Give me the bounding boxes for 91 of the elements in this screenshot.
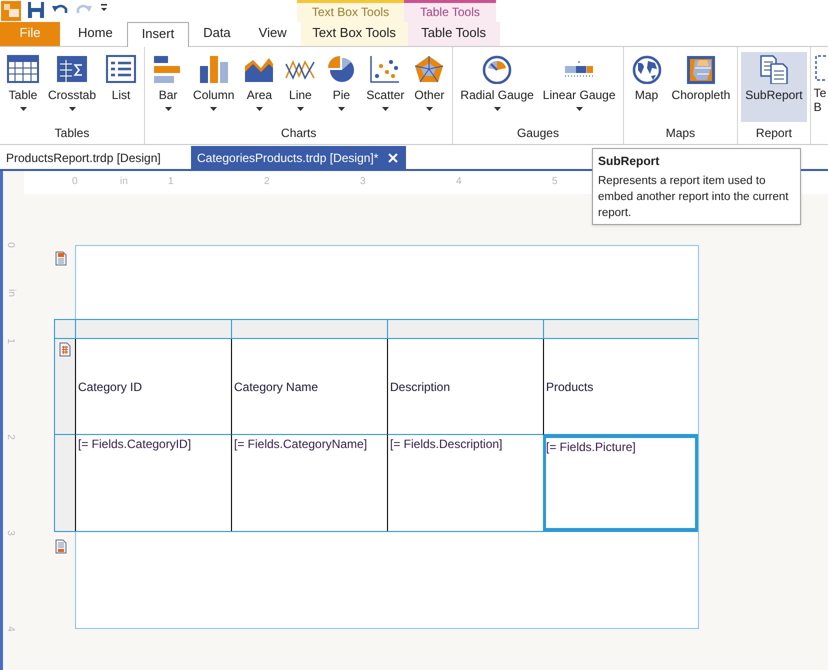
- ruler-label: 2: [4, 434, 16, 440]
- page-header-icon[interactable]: [55, 251, 67, 266]
- radar-chart-icon: [413, 54, 446, 84]
- button-label: B: [814, 100, 822, 114]
- ribbon-button[interactable]: Pie: [321, 52, 362, 122]
- button-label: Column: [193, 88, 234, 102]
- table-icon: [7, 54, 39, 84]
- ribbon-button[interactable]: Bar: [148, 52, 188, 122]
- button-label: Bar: [158, 88, 178, 102]
- document-tab[interactable]: CategoriesProducts.trdp [Design]*: [191, 146, 406, 169]
- ribbon-button[interactable]: Radial Gauge: [456, 52, 538, 122]
- ribbon-button[interactable]: SubReport: [741, 52, 807, 122]
- context-tab-header: Text Box Tools: [297, 0, 404, 22]
- button-label: Choropleth: [672, 88, 730, 102]
- group-label: Gauges: [516, 126, 560, 140]
- ruler-label: 3: [360, 176, 366, 188]
- ribbon-button[interactable]: Column: [189, 52, 238, 122]
- ribbon-button[interactable]: Linear Gauge: [538, 52, 620, 122]
- button-label: Other: [414, 88, 444, 102]
- table-corner-handle[interactable]: [55, 320, 75, 339]
- ruler-label: 1: [168, 176, 174, 188]
- ribbon-button[interactable]: Crosstab: [44, 52, 100, 122]
- radial-gauge-icon: [481, 54, 514, 84]
- context-tab-header: Table Tools: [404, 0, 496, 22]
- ruler-label: 4: [456, 176, 462, 188]
- crosstab-icon: [56, 54, 88, 84]
- button-label: Scatter: [366, 88, 404, 102]
- ruler-label: 3: [4, 530, 16, 536]
- ribbon-tab[interactable]: Table Tools: [408, 22, 500, 46]
- page-footer-icon[interactable]: [55, 539, 67, 554]
- group-label: Charts: [280, 126, 318, 140]
- header-cell[interactable]: Category Name: [231, 339, 387, 435]
- ruler-label: in: [4, 289, 17, 297]
- table-icon[interactable]: [59, 342, 71, 357]
- ribbon-button[interactable]: Map: [626, 52, 667, 122]
- ribbon-button[interactable]: Line: [280, 52, 320, 122]
- group-label: Tables: [54, 126, 90, 140]
- column-handle[interactable]: [387, 320, 543, 339]
- button-label: Area: [246, 88, 272, 102]
- ruler-label: 4: [4, 626, 16, 632]
- ribbon-button[interactable]: Choropleth: [668, 52, 734, 122]
- tooltip-text: Represents a report item used to embed another report into the current report.: [598, 174, 790, 221]
- ribbon-tab[interactable]: View: [244, 22, 301, 46]
- ribbon-button[interactable]: Te B: [810, 47, 826, 144]
- ribbon-tab[interactable]: Data: [189, 22, 245, 46]
- column-handle[interactable]: [75, 320, 231, 339]
- tooltip-title: SubReport: [598, 153, 660, 170]
- ruler-label: 1: [4, 338, 16, 344]
- button-label: List: [112, 88, 130, 102]
- ruler-label: 2: [264, 176, 270, 188]
- group-label: Report: [754, 126, 793, 140]
- ribbon-button[interactable]: Area: [239, 52, 280, 122]
- close-icon[interactable]: [388, 152, 398, 162]
- globe-icon: [630, 54, 663, 84]
- ribbon-button[interactable]: List: [101, 52, 142, 122]
- button-label: Line: [289, 88, 312, 102]
- ribbon-tab[interactable]: Insert: [126, 22, 190, 47]
- header-cell[interactable]: Products: [543, 339, 698, 435]
- ribbon-button[interactable]: Table: [3, 52, 43, 122]
- ruler-label: in: [120, 176, 128, 188]
- header-cell[interactable]: Description: [387, 339, 543, 435]
- ribbon-button[interactable]: Scatter: [362, 52, 408, 122]
- button-label: Map: [634, 88, 658, 102]
- ruler-label: 5: [552, 176, 558, 188]
- button-label: Radial Gauge: [460, 88, 534, 102]
- button-label: Te: [814, 86, 826, 100]
- scatter-chart-icon: [369, 54, 402, 84]
- column-handle[interactable]: [231, 320, 387, 339]
- button-label: Crosstab: [48, 88, 96, 102]
- group-label: Maps: [664, 126, 696, 140]
- row-handle[interactable]: [55, 339, 75, 435]
- save-icon[interactable]: [27, 1, 45, 21]
- list-icon: [105, 54, 138, 84]
- button-label: Pie: [332, 88, 350, 102]
- app-logo-icon[interactable]: [1, 1, 21, 21]
- ruler-label: 0: [4, 242, 16, 248]
- column-handle[interactable]: [543, 320, 698, 339]
- ribbon-button[interactable]: Other: [409, 52, 450, 122]
- field-cell[interactable]: [= Fields.Picture]: [543, 435, 698, 531]
- button-label: Table: [8, 88, 38, 102]
- ruler-label: 0: [72, 176, 78, 188]
- button-label: SubReport: [745, 88, 803, 102]
- choropleth-map-icon: [684, 54, 717, 84]
- text-box-icon: [814, 54, 826, 82]
- row-handle[interactable]: [55, 435, 75, 531]
- ribbon-tab[interactable]: Text Box Tools: [300, 22, 408, 46]
- column-chart-icon: [198, 54, 230, 84]
- button-label: Linear Gauge: [542, 88, 616, 102]
- ribbon-tab[interactable]: Home: [64, 22, 127, 46]
- header-cell[interactable]: Category ID: [75, 339, 231, 435]
- documents-icon: [758, 54, 790, 84]
